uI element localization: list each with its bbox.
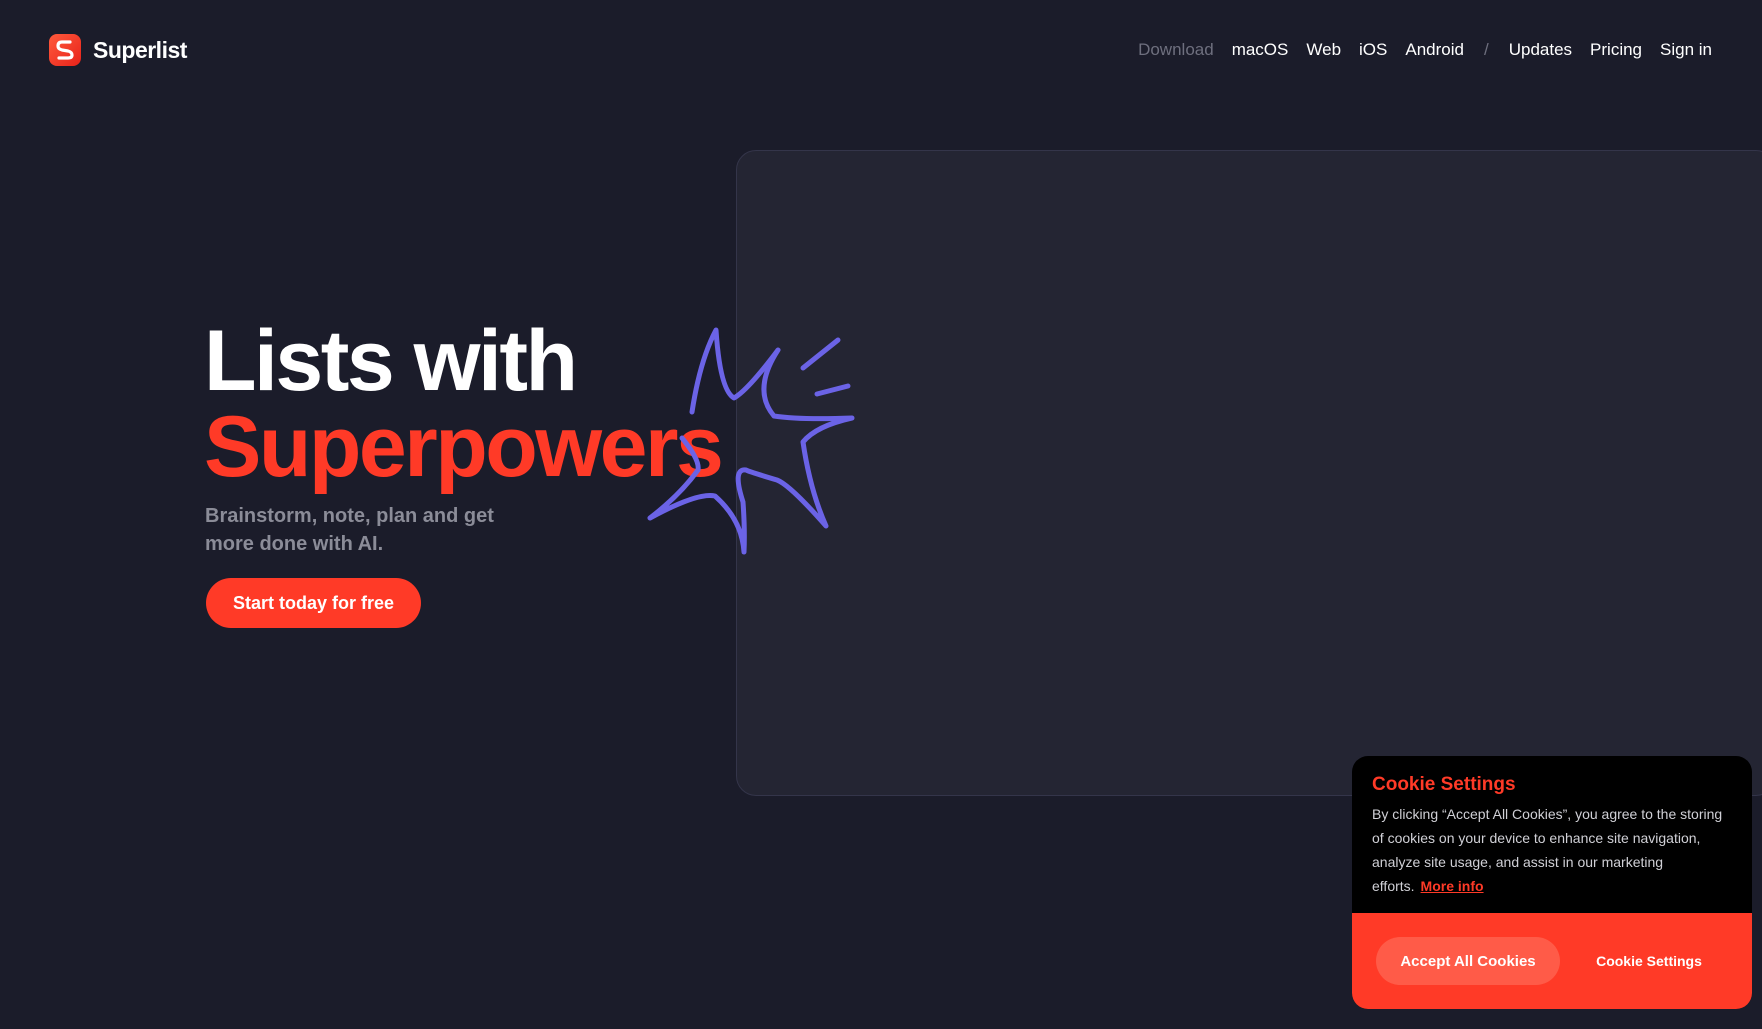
cookie-settings-button[interactable]: Cookie Settings [1574,937,1724,985]
cookie-banner-actions: Accept All Cookies Cookie Settings [1352,913,1752,1009]
page: Superlist Download macOS Web iOS Android… [0,0,1762,1029]
nav-separator: / [1483,40,1489,59]
cookie-more-info-link[interactable]: More info [1421,878,1484,894]
nav-download-label: Download [1138,40,1214,59]
nav-link-sign-in[interactable]: Sign in [1660,40,1712,60]
top-nav: Download macOS Web iOS Android / Updates… [1138,40,1712,60]
nav-link-android[interactable]: Android [1405,40,1464,60]
brand-name: Superlist [93,36,187,63]
product-preview-panel [736,150,1762,796]
nav-link-ios[interactable]: iOS [1359,40,1387,60]
cookie-banner-title: Cookie Settings [1372,774,1516,795]
accept-all-cookies-button[interactable]: Accept All Cookies [1376,937,1560,985]
start-free-button[interactable]: Start today for free [206,578,421,628]
sparkle-doodle-icon [647,327,855,555]
superlist-s-logo-icon [49,34,81,66]
superlist-logo-link[interactable]: Superlist [49,34,187,66]
nav-link-updates[interactable]: Updates [1509,40,1572,60]
nav-link-macos[interactable]: macOS [1232,40,1289,60]
nav-link-web[interactable]: Web [1306,40,1341,60]
cookie-banner-body: Cookie Settings By clicking “Accept All … [1352,756,1752,913]
nav-link-pricing[interactable]: Pricing [1590,40,1642,60]
hero-subtitle: Brainstorm, note, plan and get more done… [205,505,494,555]
cookie-banner-text: By clicking “Accept All Cookies”, you ag… [1372,802,1732,898]
cookie-banner: Cookie Settings By clicking “Accept All … [1352,756,1752,1009]
